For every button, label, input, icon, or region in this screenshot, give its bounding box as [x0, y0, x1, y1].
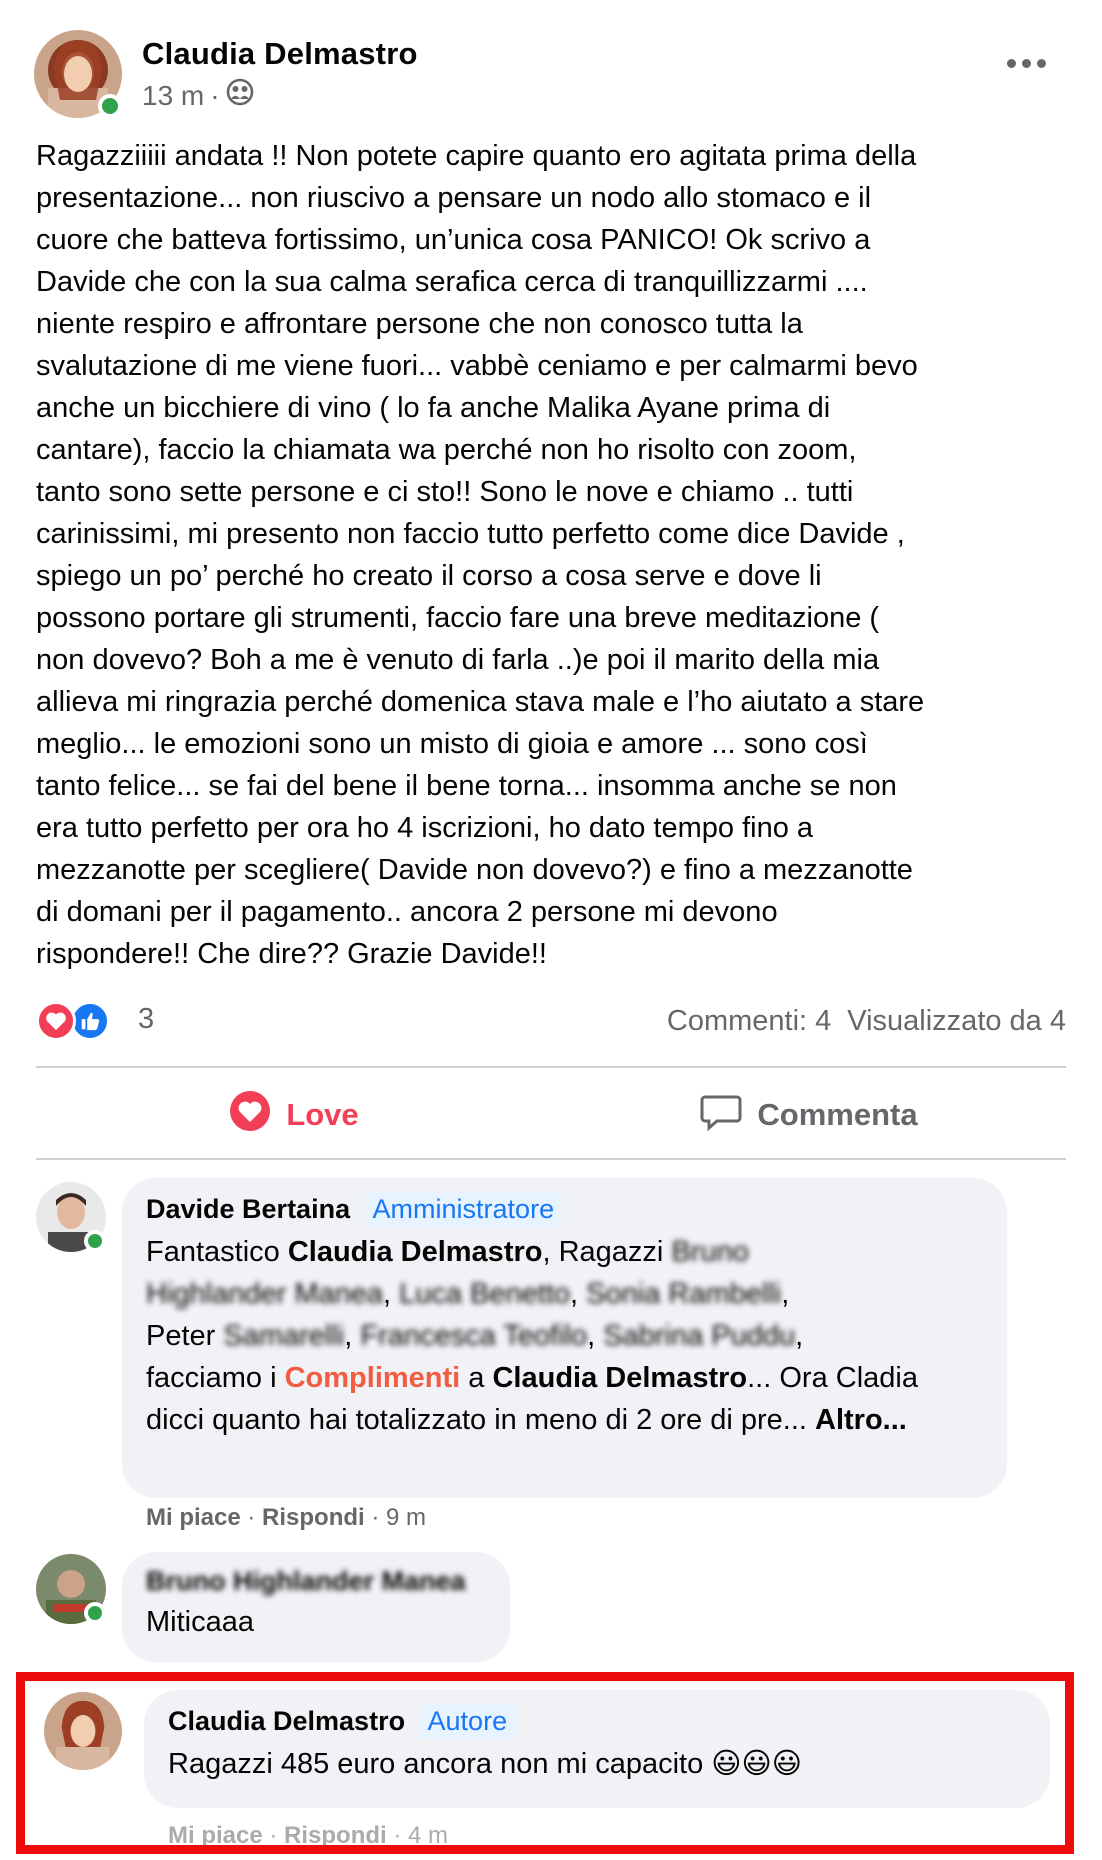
- love-label: Love: [286, 1097, 359, 1132]
- text-fragment: a: [460, 1362, 493, 1394]
- blurred-mention[interactable]: Samarelli: [223, 1320, 344, 1352]
- blurred-mention[interactable]: Sabrina Puddu: [603, 1320, 795, 1352]
- comment-bubble: Davide Bertaina Amministratore Fantastic…: [122, 1178, 1007, 1498]
- text-fragment: , Ragazzi: [542, 1236, 672, 1268]
- online-status-icon: [98, 94, 122, 118]
- views-count[interactable]: Visualizzato da 4: [847, 1005, 1066, 1038]
- comment-text: Miticaaa: [146, 1606, 254, 1638]
- dot: [1036, 58, 1046, 68]
- post-meta: 13 m ·: [142, 78, 254, 113]
- author-avatar[interactable]: [34, 30, 122, 118]
- reply-button[interactable]: Rispondi: [262, 1504, 365, 1531]
- action-row: Love Commenta: [36, 1070, 1066, 1160]
- text-fragment: Peter: [146, 1320, 224, 1352]
- comment-actions: Mi piace · Rispondi · 9 m: [146, 1504, 427, 1531]
- group-icon: [226, 78, 254, 113]
- mention-link[interactable]: Claudia Delmastro: [288, 1236, 543, 1268]
- see-more-link[interactable]: Altro...: [815, 1404, 907, 1436]
- blurred-mention[interactable]: Luca Benetto: [399, 1278, 570, 1310]
- reaction-icons[interactable]: [36, 1001, 110, 1041]
- love-button[interactable]: Love: [36, 1070, 551, 1160]
- reaction-count[interactable]: 3: [138, 1003, 154, 1036]
- online-status-icon: [84, 1602, 106, 1624]
- comment-icon: [699, 1089, 743, 1141]
- comment-time[interactable]: 9 m: [386, 1504, 426, 1531]
- commenter-name[interactable]: Bruno Highlander Manea: [146, 1566, 466, 1597]
- comment-bubble: Bruno Highlander Manea Miticaaa: [122, 1552, 510, 1662]
- dot: [1006, 58, 1016, 68]
- blurred-mention[interactable]: Bruno: [671, 1236, 748, 1268]
- heart-icon: [228, 1089, 272, 1141]
- comments-count[interactable]: Commenti: 4: [667, 1005, 831, 1038]
- author-name[interactable]: Claudia Delmastro: [142, 36, 418, 72]
- divider: [36, 1066, 1066, 1068]
- love-reaction-icon: [36, 1001, 76, 1041]
- highlighted-word: Complimenti: [284, 1362, 461, 1394]
- blurred-mention[interactable]: Francesca Teofilo: [360, 1320, 587, 1352]
- reactions-bar: 3 Commenti: 4 Visualizzato da 4: [36, 995, 1066, 1045]
- like-reaction-icon: [70, 1001, 110, 1041]
- commenter-name[interactable]: Davide Bertaina: [146, 1194, 350, 1225]
- comment-text: Fantastico Claudia Delmastro, Ragazzi Br…: [146, 1236, 918, 1436]
- dot: [1021, 58, 1031, 68]
- post-time[interactable]: 13 m: [142, 80, 204, 112]
- divider: [36, 1158, 1066, 1160]
- comment-item: Bruno Highlander Manea Miticaaa: [0, 1552, 1102, 1662]
- meta-separator: ·: [210, 79, 220, 111]
- highlight-box: [16, 1672, 1074, 1854]
- online-status-icon: [84, 1230, 106, 1252]
- post-text: Ragazziiiii andata !! Non potete capire …: [36, 140, 925, 970]
- text-fragment: facciamo i: [146, 1362, 285, 1394]
- post-stats: Commenti: 4 Visualizzato da 4: [667, 1005, 1066, 1038]
- like-comment-button[interactable]: Mi piace: [146, 1504, 241, 1531]
- admin-badge: Amministratore: [364, 1192, 563, 1227]
- text-fragment: Fantastico: [146, 1236, 288, 1268]
- comment-label: Commenta: [757, 1097, 918, 1132]
- mention-link[interactable]: Claudia Delmastro: [492, 1362, 747, 1394]
- post-header: Claudia Delmastro 13 m ·: [34, 30, 1072, 122]
- blurred-mention[interactable]: Highlander Manea: [146, 1278, 383, 1310]
- post-card: Claudia Delmastro 13 m · Ragazziiiii and…: [0, 0, 1102, 1860]
- comment-item: Davide Bertaina Amministratore Fantastic…: [0, 1178, 1102, 1538]
- comment-button[interactable]: Commenta: [551, 1070, 1066, 1160]
- blurred-mention[interactable]: Sonia Rambelli: [586, 1278, 781, 1310]
- more-options-icon[interactable]: [998, 48, 1054, 78]
